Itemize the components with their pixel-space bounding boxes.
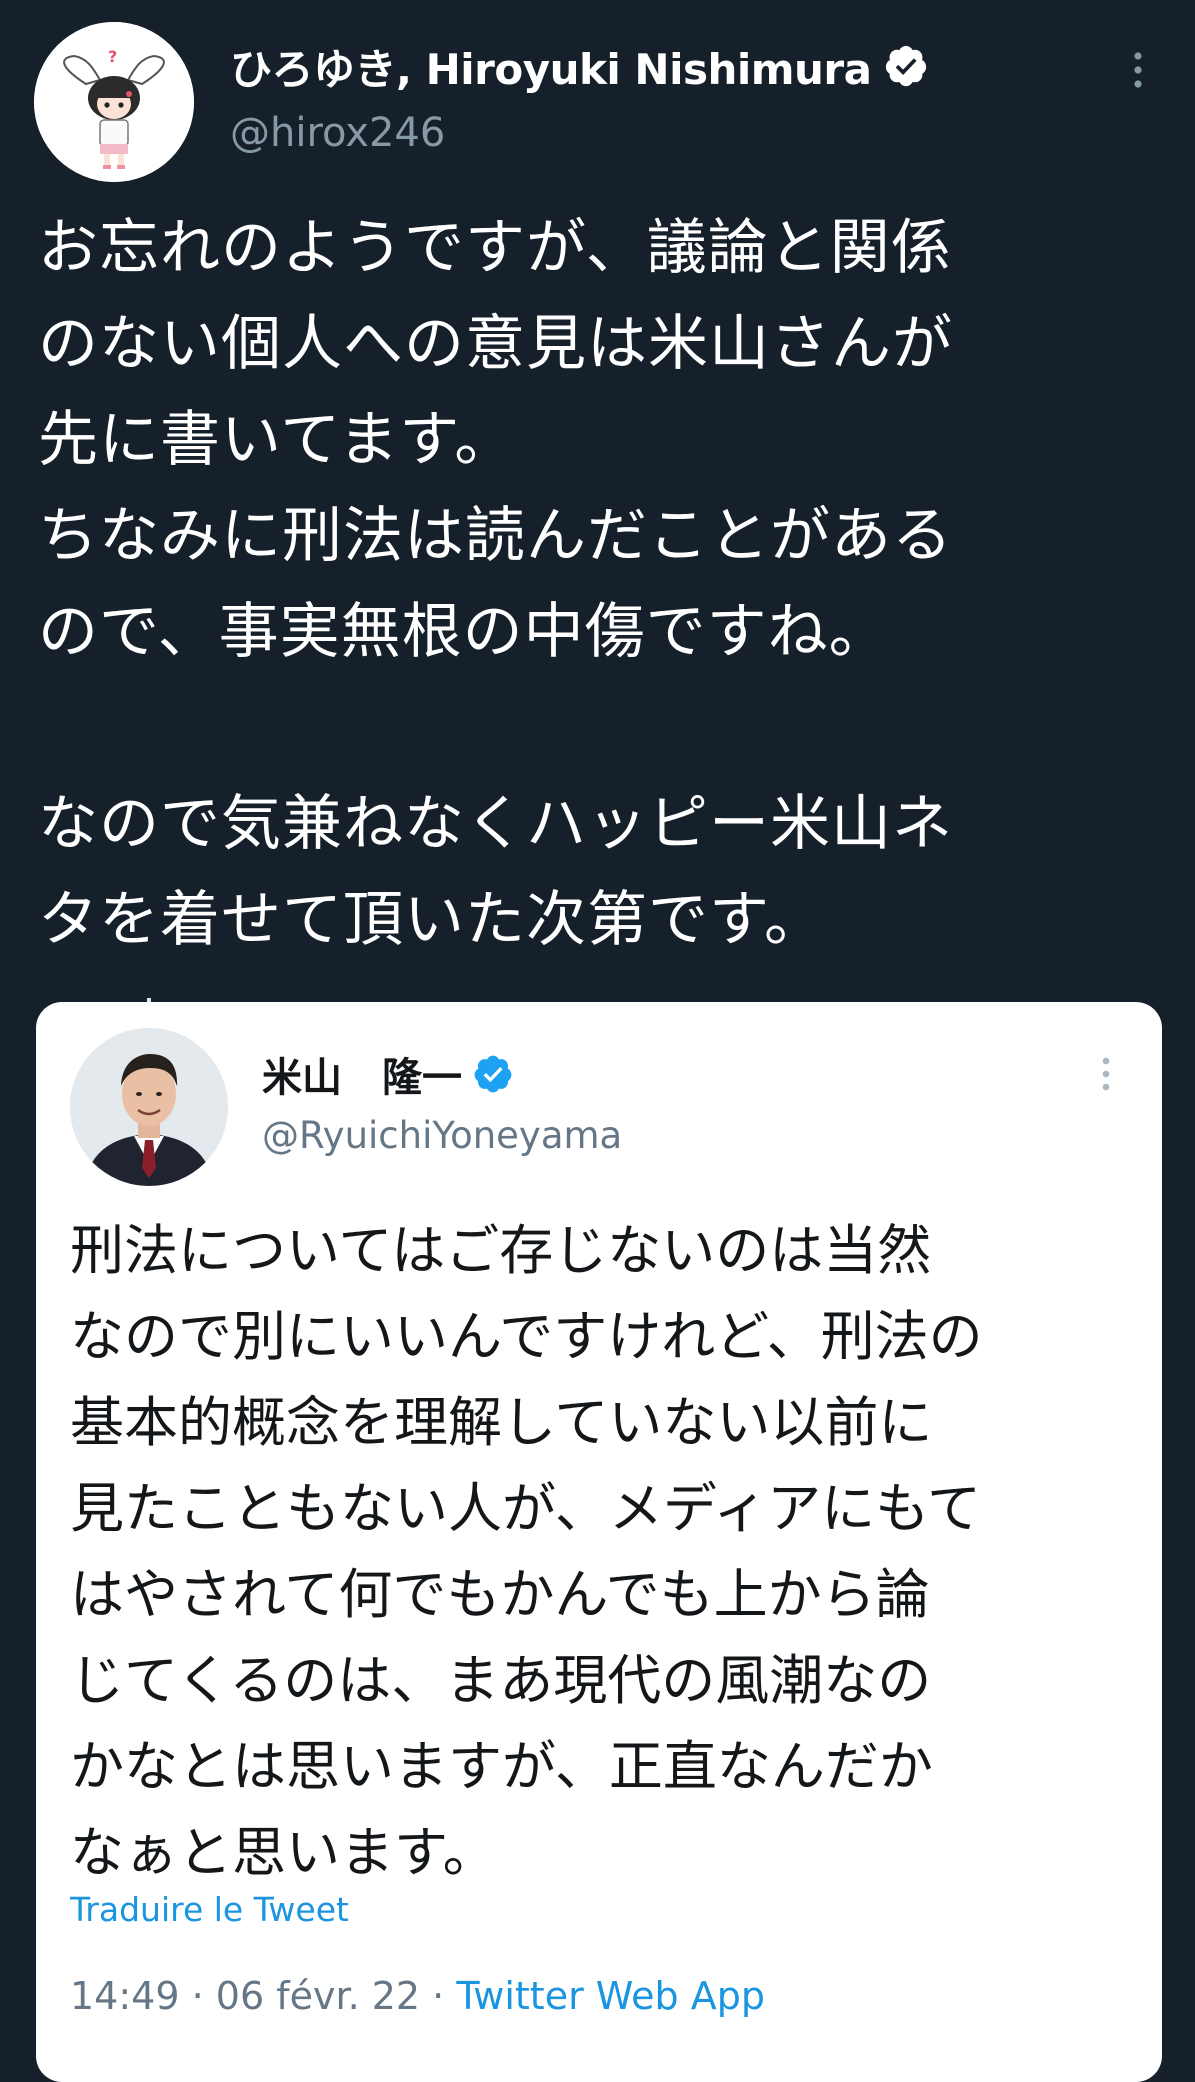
tweet-text-line: タを着せて頂いた次第です。	[38, 885, 825, 955]
meta-separator: ·	[179, 1974, 216, 2018]
quoted-author-handle[interactable]: @RyuichiYoneyama	[262, 1114, 622, 1157]
tweet-source-link[interactable]: Twitter Web App	[456, 1974, 765, 2018]
quoted-tweet-text: 刑法についてはご存じないのは当然 なので別にいいんですけれど、刑法の 基本的概念…	[70, 1208, 1140, 1896]
tweet-date[interactable]: 06 févr. 22	[216, 1974, 420, 2018]
quoted-avatar[interactable]	[70, 1028, 228, 1186]
avatar[interactable]: ?	[34, 22, 194, 182]
more-vertical-icon[interactable]	[1120, 48, 1156, 92]
tweet-text: お忘れのようですが、議論と関係 のない個人への意見は米山さんが 先に書いてます。…	[38, 200, 1168, 968]
quoted-text-line: じてくるのは、まあ現代の風潮なの	[70, 1649, 932, 1712]
quoted-text-line: なぁと思います。	[70, 1821, 497, 1884]
quoted-author-display-name[interactable]: 米山 隆一	[262, 1045, 462, 1103]
quoted-author-name-row[interactable]: 米山 隆一	[262, 1045, 514, 1103]
quoted-text-line: 基本的概念を理解していない以前に	[70, 1391, 933, 1454]
avatar-illustration: ?	[34, 22, 194, 182]
author-handle[interactable]: @hirox246	[230, 110, 445, 156]
translate-tweet-link[interactable]: Traduire le Tweet	[70, 1890, 349, 1929]
quoted-text-line: かなとは思いますが、正直なんだか	[70, 1735, 933, 1798]
tweet-text-line: なので気兼ねなくハッピー米山ネ	[38, 789, 953, 859]
quoted-text-line: 見たこともない人が、メディアにもて	[70, 1477, 981, 1540]
tweet-text-line: 先に書いてます。	[38, 405, 516, 475]
verified-badge-icon	[886, 45, 927, 87]
quoted-text-line: なので別にいいんですけれど、刑法の	[70, 1305, 983, 1368]
author-name-row[interactable]: ひろゆき, Hiroyuki Nishimura	[230, 38, 929, 94]
svg-text:?: ?	[108, 47, 117, 66]
tweet-text-line: ちなみに刑法は読んだことがある	[38, 501, 953, 571]
meta-separator: ·	[420, 1974, 457, 2018]
tweet-text-line: のない個人への意見は米山さんが	[38, 309, 953, 379]
tweet-time[interactable]: 14:49	[70, 1974, 180, 2018]
quoted-text-line: 刑法についてはご存じないのは当然	[70, 1219, 932, 1282]
tweet-text-line: ので、事実無根の中傷ですね。	[38, 597, 890, 667]
quoted-avatar-photo	[70, 1028, 228, 1186]
quoted-tweet-card[interactable]: 米山 隆一 @RyuichiYoneyama 刑法についてはご存じないのは当然 …	[36, 1002, 1162, 2082]
tweet-text-line: お忘れのようですが、議論と関係	[38, 213, 952, 283]
tweet-meta: 14:49 · 06 févr. 22 · Twitter Web App	[70, 1974, 765, 2018]
main-tweet: ? ひろゆき, Hiroyuki Nishimura @hirox246 お忘れ…	[0, 0, 1195, 1000]
author-display-name[interactable]: ひろゆき, Hiroyuki Nishimura	[230, 36, 872, 97]
quoted-text-line: はやされて何でもかんでも上から論	[70, 1563, 930, 1626]
more-vertical-icon[interactable]	[1090, 1054, 1122, 1094]
verified-badge-icon	[474, 1055, 512, 1093]
